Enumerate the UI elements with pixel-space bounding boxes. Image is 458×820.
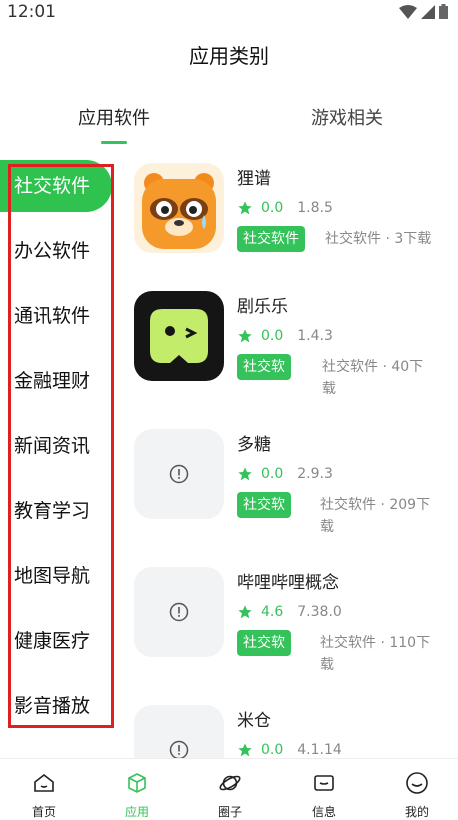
nav-apps-label: 应用 (124, 805, 149, 819)
nav-circle-label: 圈子 (217, 805, 242, 819)
tab-indicator (101, 141, 127, 144)
app-item[interactable]: 狸谱 0.0 1.8.5 社交软件 社交软件 · 3下载 (122, 158, 458, 295)
category-sidebar: 社交软件 办公软件 通讯软件 金融理财 新闻资讯 教育学习 地图导航 健康医疗 … (0, 158, 116, 758)
app-meta: 0.0 4.1.14 (237, 742, 342, 758)
app-meta: 0.0 1.4.3 (237, 328, 333, 344)
planet-icon (219, 775, 241, 791)
app-desc: 社交软件 · 40下 载 (322, 356, 423, 400)
app-desc-line: 载 (322, 381, 336, 397)
app-rating: 4.6 (261, 604, 284, 620)
app-category-tag: 社交软 (237, 492, 291, 518)
nav-circle[interactable]: 圈子 (190, 759, 270, 820)
app-name: 剧乐乐 (237, 297, 288, 317)
sidebar-item-social[interactable]: 社交软件 (0, 160, 112, 212)
sidebar-item-finance[interactable]: 金融理财 (0, 355, 116, 407)
status-bar: 12:01 (0, 0, 458, 26)
app-version: 2.9.3 (297, 466, 333, 482)
status-time: 12:01 (7, 2, 56, 22)
app-meta: 0.0 2.9.3 (237, 466, 333, 482)
app-item[interactable]: 多糖 0.0 2.9.3 社交软 社交软件 · 209下 载 (122, 424, 458, 561)
nav-messages[interactable]: 信息 (284, 759, 364, 820)
app-desc-line: 社交软件 · 110下 (320, 635, 431, 651)
app-version: 1.8.5 (297, 200, 333, 216)
app-name: 多糖 (237, 435, 271, 455)
sidebar-item-education[interactable]: 教育学习 (0, 485, 116, 537)
star-icon (238, 201, 252, 215)
battery-icon (439, 4, 448, 19)
info-icon (169, 464, 189, 484)
sidebar-item-media[interactable]: 影音播放 (0, 680, 116, 732)
app-desc-line: 载 (320, 657, 334, 673)
bottom-nav: 首页 应用 圈子 信息 我的 (0, 758, 458, 820)
app-desc-line: 载 (320, 519, 334, 535)
app-icon-placeholder (134, 429, 224, 519)
app-meta: 0.0 1.8.5 (237, 200, 333, 216)
app-name: 哔哩哔哩概念 (237, 573, 339, 593)
nav-me[interactable]: 我的 (377, 759, 457, 820)
sidebar-item-navigation[interactable]: 地图导航 (0, 550, 116, 602)
app-desc-line: 社交软件 · 209下 (320, 497, 431, 513)
app-list[interactable]: 狸谱 0.0 1.8.5 社交软件 社交软件 · 3下载 剧乐乐 0.0 1.4… (122, 158, 458, 758)
tab-games[interactable]: 游戏相关 (275, 104, 419, 148)
app-desc-line: 社交软件 · 40下 (322, 359, 424, 375)
app-name: 米仓 (237, 711, 271, 731)
info-icon (169, 740, 189, 758)
sidebar-item-office[interactable]: 办公软件 (0, 225, 116, 277)
app-rating: 0.0 (261, 328, 284, 344)
signal-icon (421, 4, 435, 19)
app-version: 4.1.14 (297, 742, 342, 758)
app-meta: 4.6 7.38.0 (237, 604, 342, 620)
page-title: 应用类别 (189, 44, 269, 68)
app-desc: 社交软件 · 110下 载 (320, 632, 430, 676)
star-icon (238, 329, 252, 343)
app-icon-placeholder (134, 567, 224, 657)
app-item[interactable]: 哔哩哔哩概念 4.6 7.38.0 社交软 社交软件 · 110下 载 (122, 562, 458, 699)
cube-icon (128, 773, 146, 793)
category-tabs: 应用软件 游戏相关 (0, 104, 458, 148)
star-icon (238, 743, 252, 757)
nav-apps[interactable]: 应用 (97, 759, 177, 820)
app-rating: 0.0 (261, 742, 284, 758)
sidebar-item-health[interactable]: 健康医疗 (0, 615, 116, 667)
app-item[interactable]: 剧乐乐 0.0 1.4.3 社交软 社交软件 · 40下 载 (122, 286, 458, 423)
info-icon (169, 602, 189, 622)
app-version: 7.38.0 (297, 604, 342, 620)
sidebar-item-news[interactable]: 新闻资讯 (0, 420, 116, 472)
app-item[interactable]: 米仓 0.0 4.1.14 (122, 700, 458, 758)
mail-icon (314, 775, 334, 791)
sidebar-item-communication[interactable]: 通讯软件 (0, 290, 116, 342)
star-icon (238, 467, 252, 481)
app-category-tag: 社交软件 (237, 226, 305, 252)
star-icon (238, 605, 252, 619)
home-icon (34, 773, 54, 792)
nav-messages-label: 信息 (311, 805, 336, 819)
app-name: 狸谱 (237, 169, 271, 189)
app-rating: 0.0 (261, 200, 284, 216)
nav-home[interactable]: 首页 (4, 759, 84, 820)
app-rating: 0.0 (261, 466, 284, 482)
status-icons (399, 4, 448, 19)
app-category-tag: 社交软 (237, 630, 291, 656)
app-category-tag: 社交软 (237, 354, 291, 380)
raccoon-app-icon (134, 163, 224, 253)
smile-icon (406, 772, 428, 794)
wifi-icon (399, 4, 417, 19)
app-version: 1.4.3 (297, 328, 333, 344)
app-icon-placeholder (134, 705, 224, 758)
app-desc: 社交软件 · 3下载 (325, 231, 432, 247)
app-desc: 社交软件 · 209下 载 (320, 494, 430, 538)
nav-home-label: 首页 (31, 805, 56, 819)
nav-me-label: 我的 (404, 805, 429, 819)
juelele-app-icon (134, 291, 224, 381)
